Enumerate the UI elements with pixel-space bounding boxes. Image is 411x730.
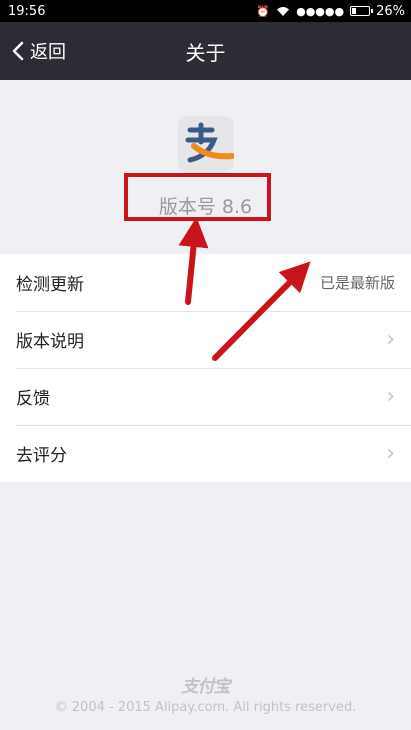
battery-icon xyxy=(350,6,374,16)
battery-percent: 26% xyxy=(376,3,405,19)
alipay-logo-icon xyxy=(178,116,234,172)
status-time: 19:56 xyxy=(8,3,46,19)
menu-list: 检测更新 已是最新版 版本说明 › 反馈 › 去评分 › xyxy=(0,254,411,482)
rate-item[interactable]: 去评分 › xyxy=(0,425,411,482)
chevron-left-icon xyxy=(12,41,24,61)
menu-item-label: 检测更新 xyxy=(16,275,84,295)
page-title: 关于 xyxy=(185,40,226,65)
release-notes-item[interactable]: 版本说明 › xyxy=(0,311,411,368)
status-bar: 19:56 ⏰ ●●●●● 26% xyxy=(0,0,411,22)
back-label: 返回 xyxy=(30,42,66,63)
menu-item-label: 反馈 xyxy=(16,389,50,409)
alarm-icon: ⏰ xyxy=(256,4,271,18)
chevron-right-icon: › xyxy=(386,327,395,352)
menu-item-label: 去评分 xyxy=(16,446,67,466)
annotation-highlight-box xyxy=(124,173,271,221)
back-button[interactable]: 返回 xyxy=(12,22,66,80)
nav-bar: 返回 关于 xyxy=(0,22,411,80)
copyright-text: © 2004 - 2015 Alipay.com. All rights res… xyxy=(54,700,357,715)
footer-alipay-logo: 支付宝 xyxy=(181,677,231,697)
check-update-item[interactable]: 检测更新 已是最新版 xyxy=(0,254,411,311)
signal-icon: ●●●●● xyxy=(296,4,345,18)
update-status: 已是最新版 xyxy=(319,274,395,292)
menu-item-label: 版本说明 xyxy=(16,332,84,352)
chevron-right-icon: › xyxy=(386,441,395,466)
chevron-right-icon: › xyxy=(386,384,395,409)
wifi-icon xyxy=(277,6,290,16)
feedback-item[interactable]: 反馈 › xyxy=(0,368,411,425)
about-header: 版本号 8.6 xyxy=(0,80,411,254)
status-icons: ⏰ ●●●●● 26% xyxy=(256,4,405,19)
